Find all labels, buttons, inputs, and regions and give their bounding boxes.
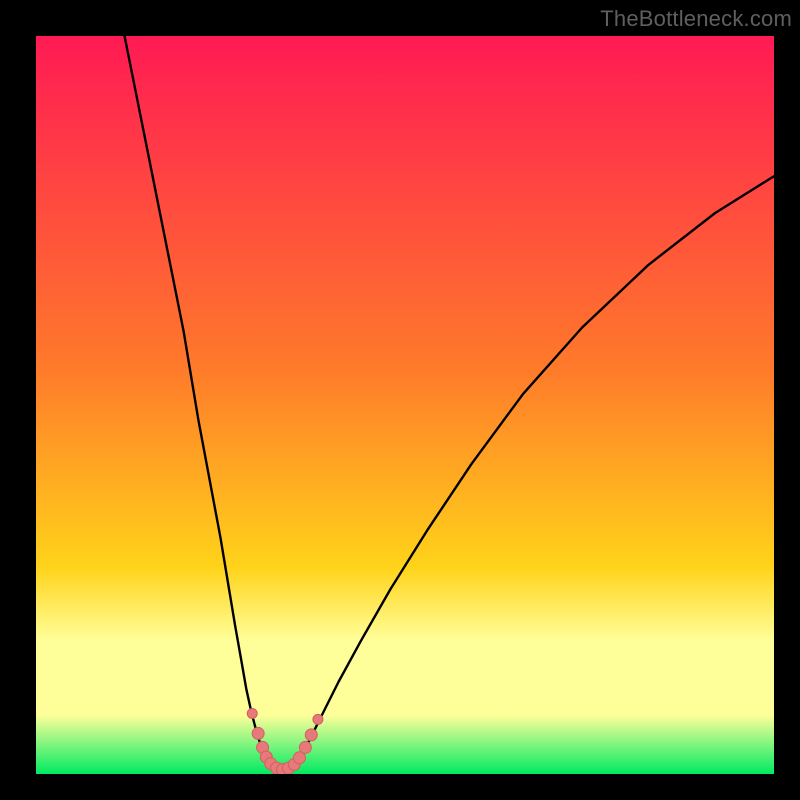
- plot-area: [36, 36, 774, 774]
- frame-border-left: [0, 0, 36, 800]
- frame-border-right: [774, 0, 800, 800]
- bottleneck-curve-chart: [36, 36, 774, 774]
- data-marker: [305, 729, 317, 741]
- data-marker: [313, 714, 323, 724]
- data-marker: [247, 708, 257, 718]
- data-marker: [299, 741, 311, 753]
- watermark-text: TheBottleneck.com: [600, 6, 792, 32]
- data-marker: [252, 727, 264, 739]
- frame-border-bottom: [0, 774, 800, 800]
